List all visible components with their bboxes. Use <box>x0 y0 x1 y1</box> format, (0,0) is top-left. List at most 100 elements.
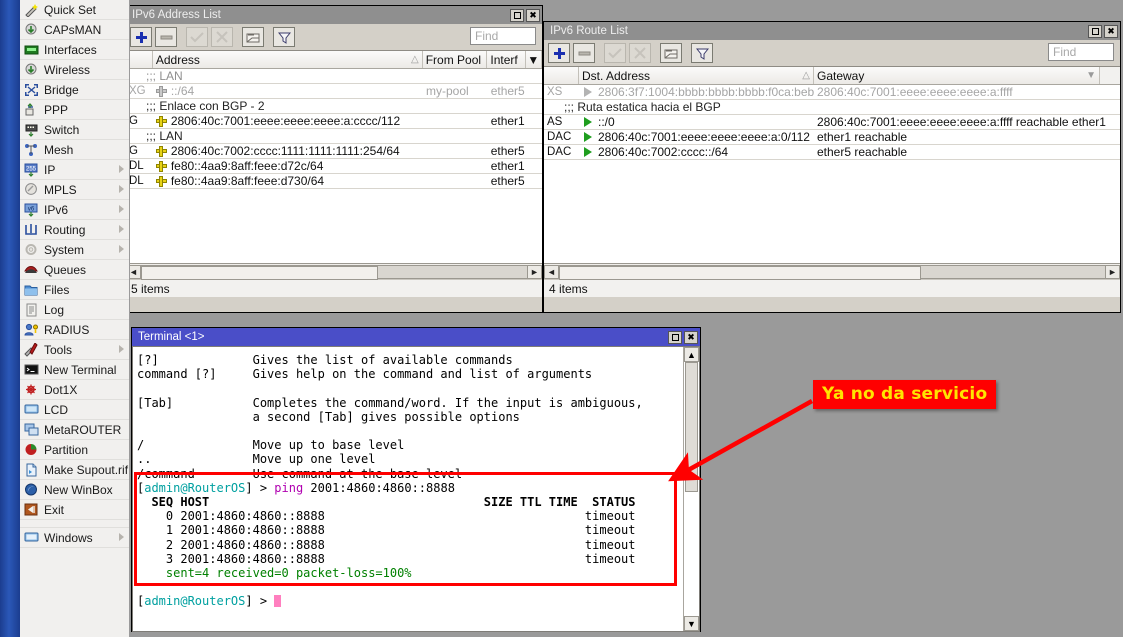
sidebar-item-partition[interactable]: Partition <box>20 440 129 460</box>
address-comment-row[interactable]: ;;; Enlace con BGP - 2 <box>126 99 542 114</box>
address-statusbar: 5 items <box>126 279 542 297</box>
address-col-frompool[interactable]: From Pool <box>423 51 488 68</box>
disable-address-button[interactable] <box>211 27 233 47</box>
sidebar-item-quick-set[interactable]: Quick Set <box>20 0 129 20</box>
terminal-line: command [?] Gives help on the command an… <box>137 367 683 381</box>
sidebar-item-ip[interactable]: 255IP <box>20 160 129 180</box>
chevron-right-icon <box>119 533 124 541</box>
route-hscroll-left-arrow[interactable]: ◄ <box>544 265 559 279</box>
address-hscrollbar[interactable]: ◄ ► <box>126 263 542 279</box>
table-row[interactable]: G2806:40c:7001:eeee:eeee:eeee:a:cccc/112… <box>126 114 542 129</box>
chevron-right-icon <box>119 185 124 193</box>
route-find-input[interactable]: Find <box>1048 43 1114 61</box>
route-hscroll-right-arrow[interactable]: ► <box>1105 265 1120 279</box>
address-hscroll-track[interactable] <box>141 265 527 279</box>
row-address: 2806:40c:7001:eeee:eeee:eeee:a:cccc/112 <box>153 114 423 128</box>
table-row[interactable]: AS::/02806:40c:7001:eeee:eeee:eeee:a:fff… <box>544 115 1120 130</box>
address-col-flags[interactable] <box>126 51 153 68</box>
address-close-button[interactable]: ✖ <box>526 9 540 22</box>
address-hscroll-right-arrow[interactable]: ► <box>527 265 542 279</box>
table-row[interactable]: XS2806:3f7:1004:bbbb:bbbb:bbbb:f0ca:bebe… <box>544 85 1120 100</box>
filter-address-button[interactable] <box>273 27 295 47</box>
add-route-button[interactable] <box>548 43 570 63</box>
route-hscrollbar[interactable]: ◄ ► <box>544 263 1120 279</box>
sidebar-item-log[interactable]: Log <box>20 300 129 320</box>
address-value: ::/64 <box>171 84 194 98</box>
comment-route-button[interactable] <box>660 43 682 63</box>
address-pin-icon <box>156 86 167 97</box>
sidebar-item-dot1x[interactable]: Dot1X <box>20 380 129 400</box>
sidebar-item-new-winbox[interactable]: New WinBox <box>20 480 129 500</box>
address-col-interface[interactable]: Interf <box>487 51 525 68</box>
terminal-text-span: ping <box>274 481 303 495</box>
terminal-scroll-up-arrow[interactable]: ▲ <box>684 347 699 362</box>
sidebar-item-tools[interactable]: Tools <box>20 340 129 360</box>
route-col-flags[interactable] <box>544 67 579 84</box>
route-hscroll-track[interactable] <box>559 265 1105 279</box>
table-row[interactable]: DAC2806:40c:7002:cccc::/64ether5 reachab… <box>544 145 1120 160</box>
terminal-body[interactable]: [?] Gives the list of available commands… <box>132 346 700 632</box>
sidebar-item-bridge[interactable]: Bridge <box>20 80 129 100</box>
address-comment-row[interactable]: ;;; LAN <box>126 69 542 84</box>
address-comment-row[interactable]: ;;; LAN <box>126 129 542 144</box>
address-table-header: Address △ From Pool Interf ▼ <box>126 51 542 69</box>
sidebar-item-capsman[interactable]: CAPsMAN <box>20 20 129 40</box>
filter-route-button[interactable] <box>691 43 713 63</box>
add-address-button[interactable] <box>130 27 152 47</box>
sidebar-item-files[interactable]: Files <box>20 280 129 300</box>
table-row[interactable]: DLfe80::4aa9:8aff:feee:d730/64ether5 <box>126 174 542 189</box>
address-hscroll-thumb[interactable] <box>141 266 378 280</box>
terminal-maximize-button[interactable] <box>668 331 682 344</box>
sidebar-item-interfaces[interactable]: Interfaces <box>20 40 129 60</box>
sidebar-item-mesh[interactable]: Mesh <box>20 140 129 160</box>
route-maximize-button[interactable] <box>1088 25 1102 38</box>
sidebar-item-ppp[interactable]: PPP <box>20 100 129 120</box>
terminal-scroll-down-arrow[interactable]: ▼ <box>684 616 699 631</box>
terminal-line <box>137 424 683 438</box>
route-comment-row[interactable]: ;;; Ruta estatica hacia el BGP <box>544 100 1120 115</box>
sidebar-item-system[interactable]: System <box>20 240 129 260</box>
sidebar-item-routing[interactable]: Routing <box>20 220 129 240</box>
route-hscroll-thumb[interactable] <box>559 266 921 280</box>
sidebar-item-metarouter[interactable]: MetaROUTER <box>20 420 129 440</box>
route-window-titlebar[interactable]: IPv6 Route List ✖ <box>544 22 1120 40</box>
table-row[interactable]: G2806:40c:7002:cccc:1111:1111:1111:254/6… <box>126 144 542 159</box>
sidebar-item-make-supout-rif[interactable]: Make Supout.rif <box>20 460 129 480</box>
row-flags: XG <box>126 85 153 97</box>
terminal-close-button[interactable]: ✖ <box>684 331 698 344</box>
enable-route-button[interactable] <box>604 43 626 63</box>
address-col-address[interactable]: Address △ <box>153 51 423 68</box>
sidebar-item-ipv6[interactable]: v6IPv6 <box>20 200 129 220</box>
enable-address-button[interactable] <box>186 27 208 47</box>
remove-route-button[interactable] <box>573 43 595 63</box>
route-col-gateway[interactable]: Gateway ▼ <box>814 67 1100 84</box>
sidebar-item-switch[interactable]: Switch <box>20 120 129 140</box>
sidebar-item-mpls[interactable]: MPLS <box>20 180 129 200</box>
comment-address-button[interactable] <box>242 27 264 47</box>
table-row[interactable]: XG::/64my-poolether5 <box>126 84 542 99</box>
wand-icon <box>23 2 39 17</box>
terminal-titlebar[interactable]: Terminal <1> ✖ <box>132 328 700 346</box>
address-maximize-button[interactable] <box>510 9 524 22</box>
sidebar-item-exit[interactable]: Exit <box>20 500 129 520</box>
address-window-titlebar[interactable]: IPv6 Address List ✖ <box>126 6 542 24</box>
sidebar-item-windows[interactable]: Windows <box>20 528 129 548</box>
sidebar-item-queues[interactable]: Queues <box>20 260 129 280</box>
remove-address-button[interactable] <box>155 27 177 47</box>
table-row[interactable]: DAC2806:40c:7001:eeee:eeee:eeee:a:0/112e… <box>544 130 1120 145</box>
address-column-chooser-icon[interactable]: ▼ <box>526 51 542 68</box>
route-column-chooser-icon[interactable]: ▼ <box>1086 70 1096 81</box>
sidebar-item-wireless[interactable]: Wireless <box>20 60 129 80</box>
sidebar-brand-strip: RouterOS WinBox <box>0 0 20 637</box>
table-row[interactable]: DLfe80::4aa9:8aff:feee:d72c/64ether1 <box>126 159 542 174</box>
sidebar-item-lcd[interactable]: LCD <box>20 400 129 420</box>
sidebar-item-new-terminal[interactable]: New Terminal <box>20 360 129 380</box>
sidebar-item-label: Exit <box>44 503 64 517</box>
address-rows: ;;; LANXG::/64my-poolether5;;; Enlace co… <box>126 69 542 189</box>
disable-route-button[interactable] <box>629 43 651 63</box>
address-find-input[interactable]: Find <box>470 27 536 45</box>
route-close-button[interactable]: ✖ <box>1104 25 1118 38</box>
sidebar-item-radius[interactable]: RADIUS <box>20 320 129 340</box>
sidebar-item-label: Windows <box>44 531 93 545</box>
route-col-dst-address[interactable]: Dst. Address △ <box>579 67 814 84</box>
